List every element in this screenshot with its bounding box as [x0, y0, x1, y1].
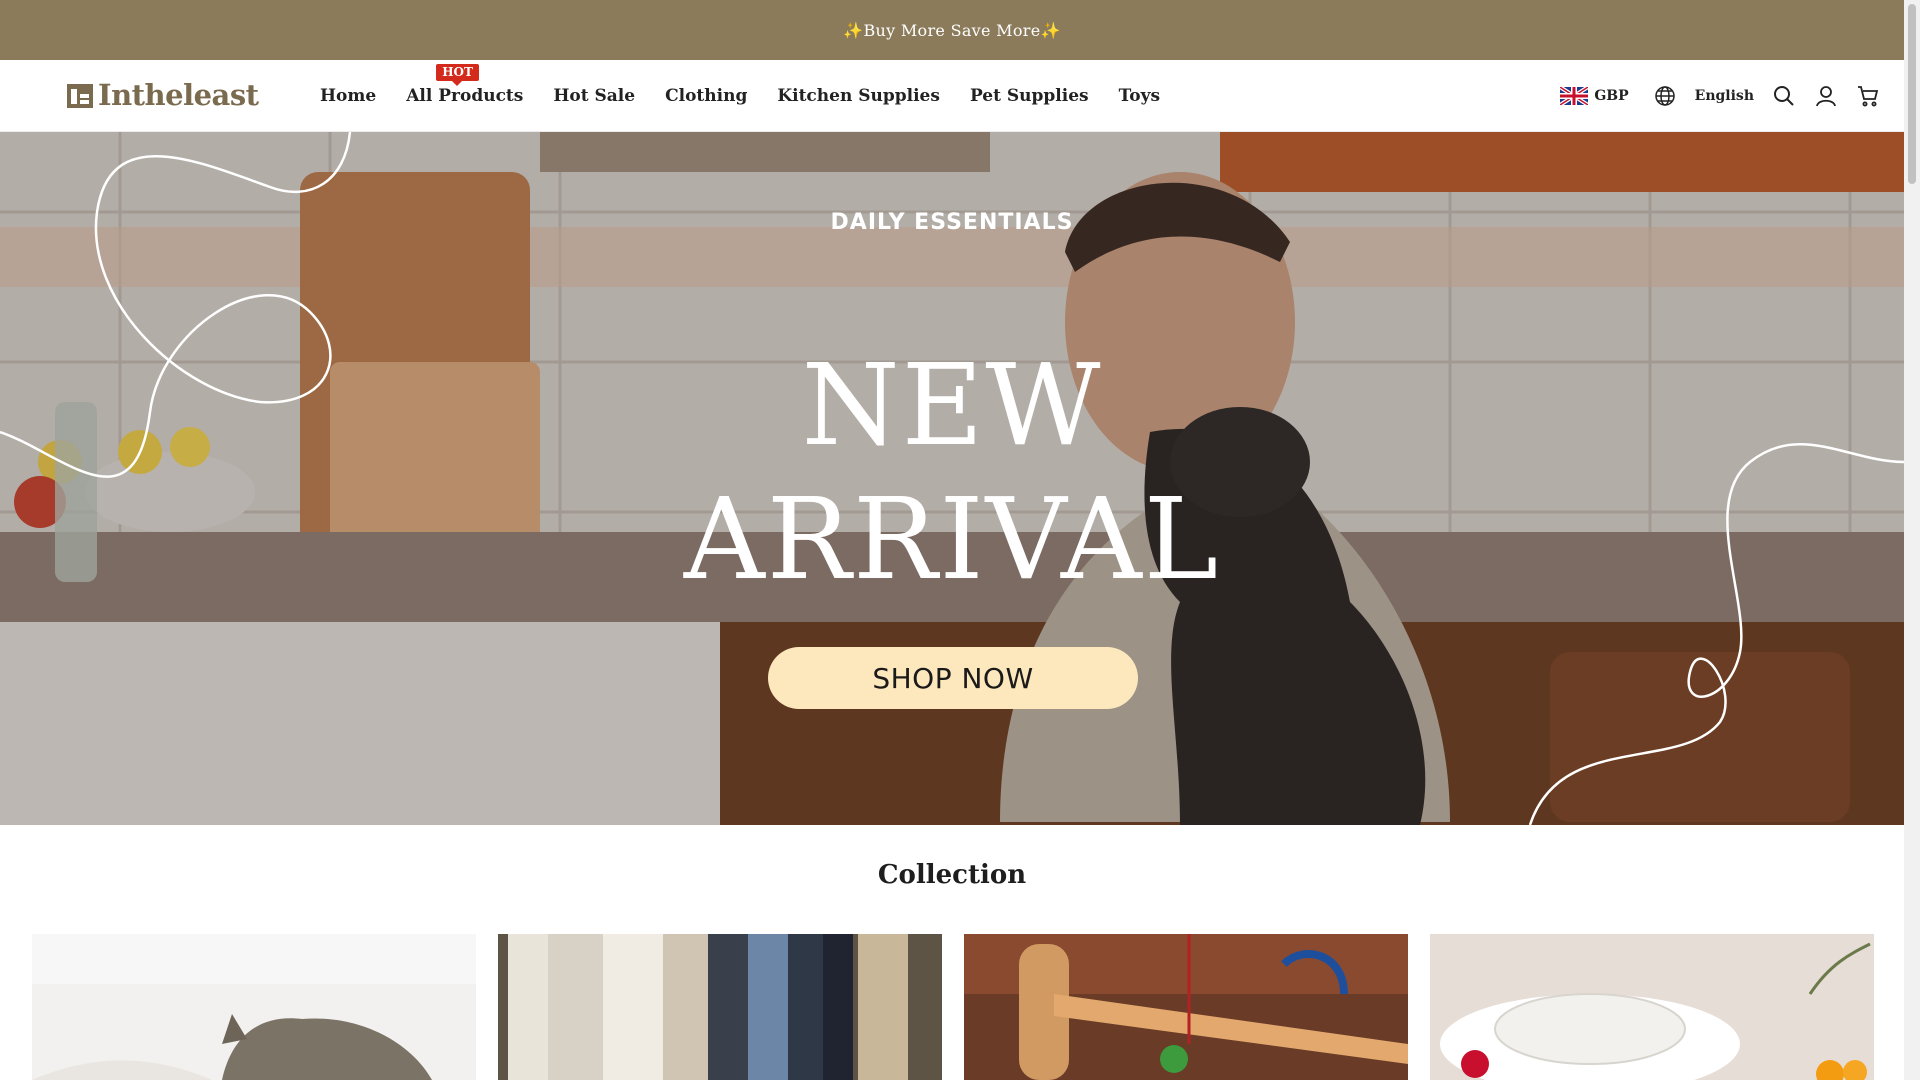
announcement-text: ✨Buy More Save More✨	[843, 20, 1061, 40]
hero-banner: DAILY ESSENTIALS NEW ARRIVAL SHOP NOW	[0, 132, 1904, 825]
kitchen-strainer-image	[1430, 934, 1874, 1080]
nav-clothing[interactable]: Clothing	[665, 86, 747, 106]
site-header: Intheleast Home HOT All Products Hot Sal…	[0, 60, 1904, 132]
account-icon[interactable]	[1814, 84, 1838, 108]
logo[interactable]: Intheleast	[66, 78, 259, 112]
announcement-bar: ✨Buy More Save More✨	[0, 0, 1904, 60]
cart-icon[interactable]	[1856, 84, 1880, 108]
collection-title: Collection	[877, 860, 1027, 890]
scrollbar-thumb[interactable]	[1908, 4, 1916, 184]
hot-badge: HOT	[436, 64, 479, 86]
nav-home[interactable]: Home	[320, 86, 376, 106]
shop-now-button[interactable]: SHOP NOW	[768, 647, 1138, 709]
language-selector[interactable]: English	[1653, 84, 1754, 108]
nav-toys[interactable]: Toys	[1119, 86, 1161, 106]
collection-card-toys[interactable]	[964, 934, 1408, 1080]
header-utilities: GBP English	[1560, 60, 1880, 132]
hero-title-line2: ARRIVAL	[683, 475, 1221, 605]
currency-selector[interactable]: GBP	[1560, 87, 1629, 105]
currency-label: GBP	[1594, 88, 1629, 104]
nav-hot-sale[interactable]: Hot Sale	[553, 86, 635, 106]
page-scrollbar[interactable]	[1904, 0, 1920, 1080]
pet-cat-image	[32, 934, 476, 1080]
collection-cards	[32, 934, 1874, 1080]
globe-icon	[1654, 86, 1675, 106]
uk-flag-icon	[1560, 87, 1589, 105]
collection-card-pets[interactable]	[32, 934, 476, 1080]
collection-card-kitchen[interactable]	[1430, 934, 1874, 1080]
collection-card-clothing[interactable]	[498, 934, 942, 1080]
language-label: English	[1694, 88, 1754, 104]
hero-kicker: DAILY ESSENTIALS	[830, 210, 1074, 235]
clothing-rack-image	[498, 934, 942, 1080]
nav-pet-supplies[interactable]: Pet Supplies	[970, 86, 1089, 106]
hero-title-line1: NEW	[801, 341, 1103, 471]
nav-all-products[interactable]: HOT All Products	[406, 64, 523, 106]
search-icon[interactable]	[1772, 84, 1796, 108]
logo-text: Intheleast	[98, 78, 259, 112]
main-nav: Home HOT All Products Hot Sale Clothing …	[320, 60, 1160, 132]
logo-house-icon	[67, 84, 93, 108]
wooden-toy-image	[964, 934, 1408, 1080]
nav-kitchen-supplies[interactable]: Kitchen Supplies	[777, 86, 940, 106]
